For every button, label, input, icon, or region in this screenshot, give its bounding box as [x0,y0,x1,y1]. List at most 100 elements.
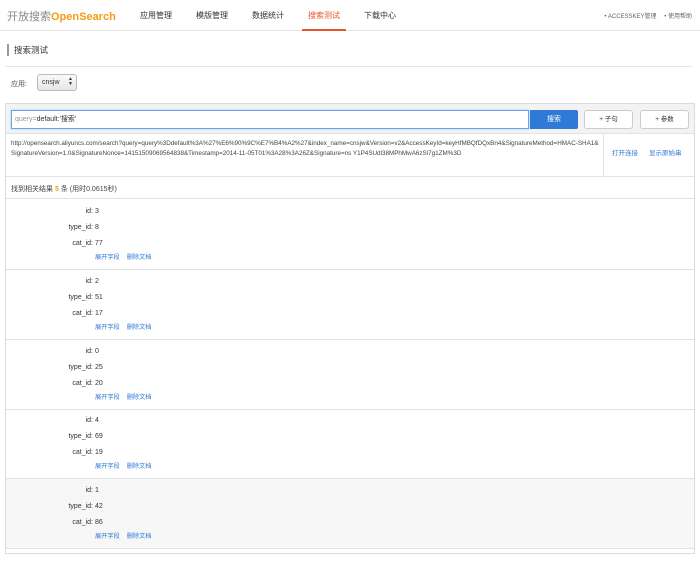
logo-prefix: 开放搜索 [7,11,51,23]
result-count: 5 [54,186,59,193]
field-value: 1 [95,487,99,494]
delete-document-link[interactable]: 删除文档 [127,463,152,470]
delete-document-link[interactable]: 删除文档 [127,324,152,331]
result-field-id: id: 2 [6,276,206,288]
delete-document-link[interactable]: 删除文档 [127,394,152,401]
result-actions: 展开字段 删除文档 [95,392,159,401]
search-time: (用时0.0615秒) [69,186,117,193]
field-label: type_id: [68,294,93,301]
field-value: 20 [95,380,103,387]
nav-item-template-management[interactable]: 模版管理 [184,0,240,31]
field-label: cat_id: [72,449,93,456]
result-field-type-id: type_id: 42 [6,501,206,513]
result-field-type-id: type_id: 69 [6,431,206,443]
field-value: 0 [95,348,99,355]
help-link[interactable]: • 使用帮助 [664,14,692,20]
search-panel: query=default:'搜索' 搜索 + 子句 + 参数 http://o… [5,103,695,554]
query-prefix: query= [15,116,37,123]
field-label: type_id: [68,224,93,231]
delete-document-link[interactable]: 删除文档 [127,533,152,540]
field-label: id: [85,417,93,424]
field-label: id: [85,208,93,215]
field-value: 4 [95,417,99,424]
result-summary-row: 找到相关结果 5 条 (用时0.0615秒) [6,177,694,199]
logo-brand: OpenSearch [51,11,116,23]
field-value: 2 [95,278,99,285]
add-clause-button[interactable]: + 子句 [584,110,633,129]
field-value: 19 [95,449,103,456]
app-label: 应用: [11,81,27,88]
nav-item-app-management[interactable]: 应用管理 [128,0,184,31]
result-field-type-id: type_id: 8 [6,222,206,234]
result-field-id: id: 4 [6,415,206,427]
field-value: 3 [95,208,99,215]
result-summary: 找到相关结果 5 条 (用时0.0615秒) [11,184,117,194]
nav-item-data-statistics[interactable]: 数据统计 [240,0,296,31]
expand-fields-link[interactable]: 展开字段 [95,533,120,540]
field-value: 25 [95,364,103,371]
accesskey-link[interactable]: • ACCESSKEY管理 [604,14,656,20]
field-label: cat_id: [72,240,93,247]
query-value: default:'搜索' [36,116,77,123]
result-row: id: 3 type_id: 8 cat_id: 77 展开字段 删除文档 [6,200,694,270]
app-select-value: cnsjw [42,79,60,86]
result-row: id: 1 type_id: 42 cat_id: 86 展开字段 删除文档 [6,479,694,549]
field-label: id: [85,278,93,285]
search-button[interactable]: 搜索 [530,110,578,129]
field-value: 17 [95,310,103,317]
summary-prefix: 找到相关结果 [11,186,53,193]
result-field-cat-id: cat_id: 20 [6,378,206,390]
field-value: 8 [95,224,99,231]
result-row: id: 4 type_id: 69 cat_id: 19 展开字段 删除文档 [6,409,694,479]
field-label: type_id: [68,503,93,510]
select-arrows-icon: ▲ ▼ [68,76,73,87]
result-field-cat-id: cat_id: 77 [6,238,206,250]
field-value: 77 [95,240,103,247]
request-url-row: http://opensearch.aliyuncs.com/search?qu… [6,134,694,177]
result-row: id: 0 type_id: 25 cat_id: 20 展开字段 删除文档 [6,340,694,410]
expand-fields-link[interactable]: 展开字段 [95,463,120,470]
field-label: cat_id: [72,519,93,526]
field-value: 42 [95,503,103,510]
result-field-type-id: type_id: 51 [6,292,206,304]
show-original-link[interactable]: 显示原始串 [649,147,682,157]
field-value: 69 [95,433,103,440]
page-title: 搜索测试 [7,44,48,56]
result-row: id: 2 type_id: 51 cat_id: 17 展开字段 删除文档 [6,270,694,340]
field-label: cat_id: [72,310,93,317]
top-right-links: • ACCESSKEY管理 • 使用帮助 [598,11,692,20]
open-link[interactable]: 打开连接 [612,147,638,157]
logo[interactable]: 开放搜索OpenSearch [7,8,116,24]
result-actions: 展开字段 删除文档 [95,531,159,540]
app-select[interactable]: cnsjw ▲ ▼ [37,74,77,91]
field-label: type_id: [68,364,93,371]
result-actions: 展开字段 删除文档 [95,252,159,261]
summary-unit: 条 [60,186,68,193]
result-field-cat-id: cat_id: 86 [6,517,206,529]
field-label: cat_id: [72,380,93,387]
expand-fields-link[interactable]: 展开字段 [95,254,120,261]
main-nav: 应用管理 模版管理 数据统计 搜索测试 下载中心 [128,0,408,31]
field-label: type_id: [68,433,93,440]
field-label: id: [85,487,93,494]
expand-fields-link[interactable]: 展开字段 [95,394,120,401]
result-field-id: id: 0 [6,346,206,358]
result-actions: 展开字段 删除文档 [95,322,159,331]
query-input[interactable]: query=default:'搜索' [11,110,529,129]
nav-item-search-test[interactable]: 搜索测试 [296,0,352,31]
field-value: 51 [95,294,103,301]
result-field-id: id: 1 [6,485,206,497]
add-param-button[interactable]: + 参数 [640,110,689,129]
query-bar: query=default:'搜索' 搜索 + 子句 + 参数 [6,104,694,134]
divider [5,66,692,67]
result-field-cat-id: cat_id: 17 [6,308,206,320]
result-field-id: id: 3 [6,206,206,218]
top-navbar: 开放搜索OpenSearch 应用管理 模版管理 数据统计 搜索测试 下载中心 … [0,0,700,31]
delete-document-link[interactable]: 删除文档 [127,254,152,261]
field-value: 86 [95,519,103,526]
url-separator [603,134,604,177]
nav-item-download-center[interactable]: 下载中心 [352,0,408,31]
result-field-type-id: type_id: 25 [6,362,206,374]
result-actions: 展开字段 删除文档 [95,461,159,470]
expand-fields-link[interactable]: 展开字段 [95,324,120,331]
